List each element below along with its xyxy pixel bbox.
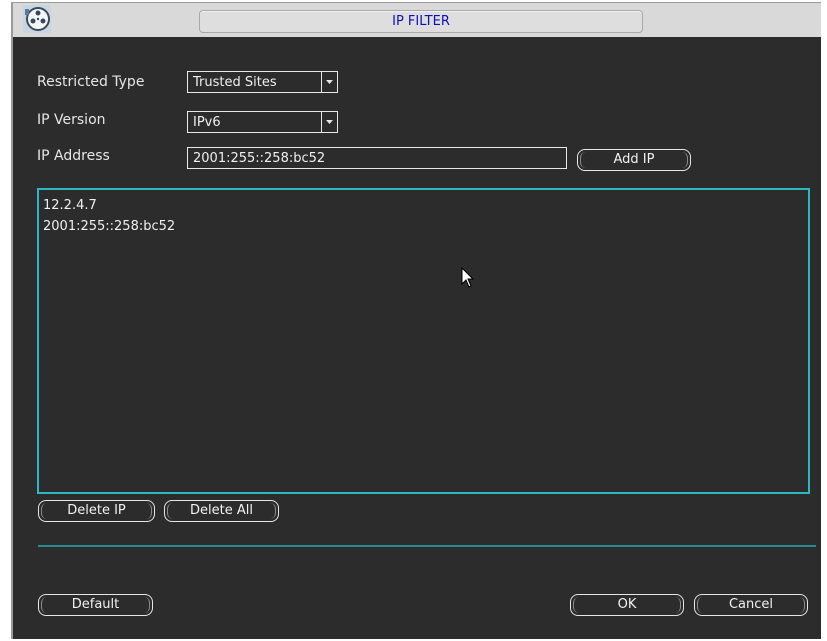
divider <box>38 545 816 547</box>
add-ip-button[interactable]: Add IP <box>577 149 691 171</box>
chevron-down-icon[interactable] <box>321 112 337 132</box>
list-item[interactable]: 12.2.4.7 <box>43 198 97 213</box>
restricted-type-label: Restricted Type <box>37 74 145 90</box>
list-item[interactable]: 2001:255::258:bc52 <box>43 219 175 234</box>
mouse-pointer-icon <box>461 266 475 293</box>
title-bar: IP FILTER <box>13 3 821 37</box>
delete-all-button[interactable]: Delete All <box>164 500 279 522</box>
delete-ip-button[interactable]: Delete IP <box>38 500 155 522</box>
ip-version-label: IP Version <box>37 112 106 128</box>
chevron-down-icon[interactable] <box>321 72 337 92</box>
ok-button[interactable]: OK <box>570 594 684 616</box>
restricted-type-value: Trusted Sites <box>193 75 277 90</box>
default-button[interactable]: Default <box>38 594 153 616</box>
ip-address-value: 2001:255::258:bc52 <box>193 151 326 166</box>
cancel-button[interactable]: Cancel <box>694 594 808 616</box>
restricted-type-select[interactable]: Trusted Sites <box>187 71 338 93</box>
ip-list[interactable]: 12.2.4.7 2001:255::258:bc52 <box>37 188 810 494</box>
ip-version-select[interactable]: IPv6 <box>187 111 338 133</box>
window-title: IP FILTER <box>392 14 450 29</box>
ip-filter-window: IP FILTER Restricted Type Trusted Sites … <box>11 2 821 639</box>
ip-address-label: IP Address <box>37 148 110 164</box>
film-reel-icon <box>23 5 51 33</box>
title-field: IP FILTER <box>199 10 643 33</box>
ip-version-value: IPv6 <box>193 115 221 130</box>
ip-address-input[interactable]: 2001:255::258:bc52 <box>187 147 567 169</box>
